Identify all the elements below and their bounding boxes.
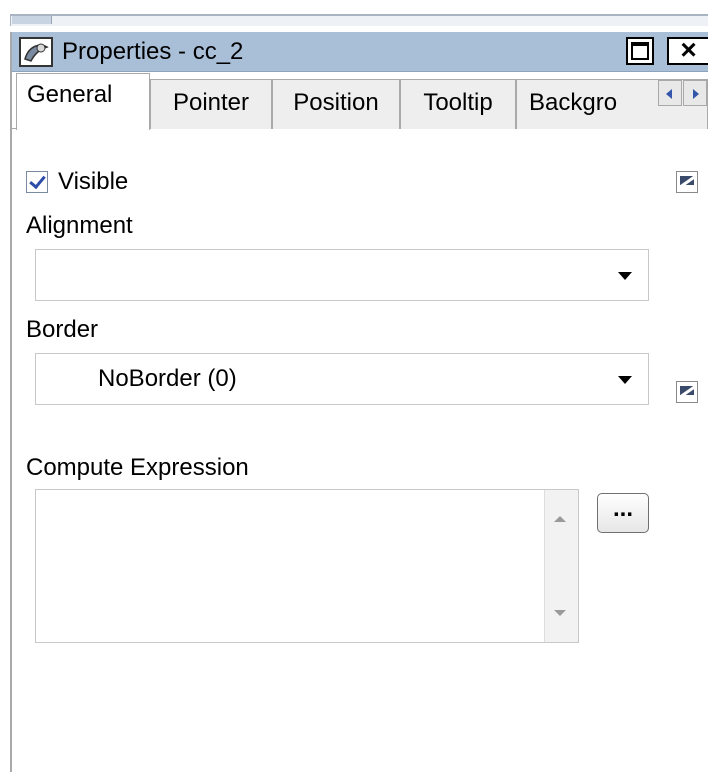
- border-value: NoBorder (0): [98, 365, 237, 392]
- maximize-icon[interactable]: [626, 37, 654, 65]
- dropdown-arrow-icon: [618, 272, 632, 280]
- tab-position[interactable]: Position: [272, 79, 400, 129]
- close-icon[interactable]: ×: [667, 36, 708, 65]
- panel-grip[interactable]: [12, 16, 52, 24]
- visible-label: Visible: [58, 168, 129, 195]
- tab-scroll-left-icon[interactable]: [658, 80, 682, 106]
- window-title: Properties - cc_2: [62, 38, 244, 65]
- visible-checkbox[interactable]: [26, 171, 48, 193]
- general-tab-content: Visible Alignment Border NoBorder (0) Co…: [12, 129, 708, 772]
- compute-expression-label: Compute Expression: [26, 454, 249, 481]
- visible-edit-icon[interactable]: [676, 171, 698, 193]
- tab-general[interactable]: General: [16, 73, 150, 130]
- dropdown-arrow-icon: [618, 376, 632, 384]
- border-select[interactable]: NoBorder (0): [35, 353, 649, 405]
- border-edit-icon[interactable]: [676, 381, 698, 403]
- tab-scroll-buttons: [658, 80, 708, 108]
- tab-tooltip[interactable]: Tooltip: [400, 79, 516, 129]
- scroll-down-icon[interactable]: [554, 610, 566, 616]
- properties-window-icon: [19, 37, 53, 67]
- tab-scroll-right-icon[interactable]: [683, 80, 707, 106]
- tab-pointer[interactable]: Pointer: [150, 79, 272, 129]
- scroll-up-icon[interactable]: [554, 516, 566, 522]
- tab-strip: General Pointer Position Tooltip Backgro: [12, 73, 708, 130]
- toolbar-strip: [0, 0, 708, 32]
- alignment-select[interactable]: [35, 249, 649, 301]
- toolbar-frame: [10, 14, 708, 26]
- properties-panel: Properties - cc_2 × General Pointer Posi…: [10, 32, 708, 772]
- expression-builder-button[interactable]: ...: [597, 493, 649, 533]
- compute-expression-scrollbar[interactable]: [544, 490, 578, 642]
- title-bar[interactable]: Properties - cc_2 ×: [12, 32, 708, 72]
- compute-expression-input[interactable]: [35, 489, 579, 643]
- alignment-label: Alignment: [26, 212, 133, 239]
- border-label: Border: [26, 316, 99, 343]
